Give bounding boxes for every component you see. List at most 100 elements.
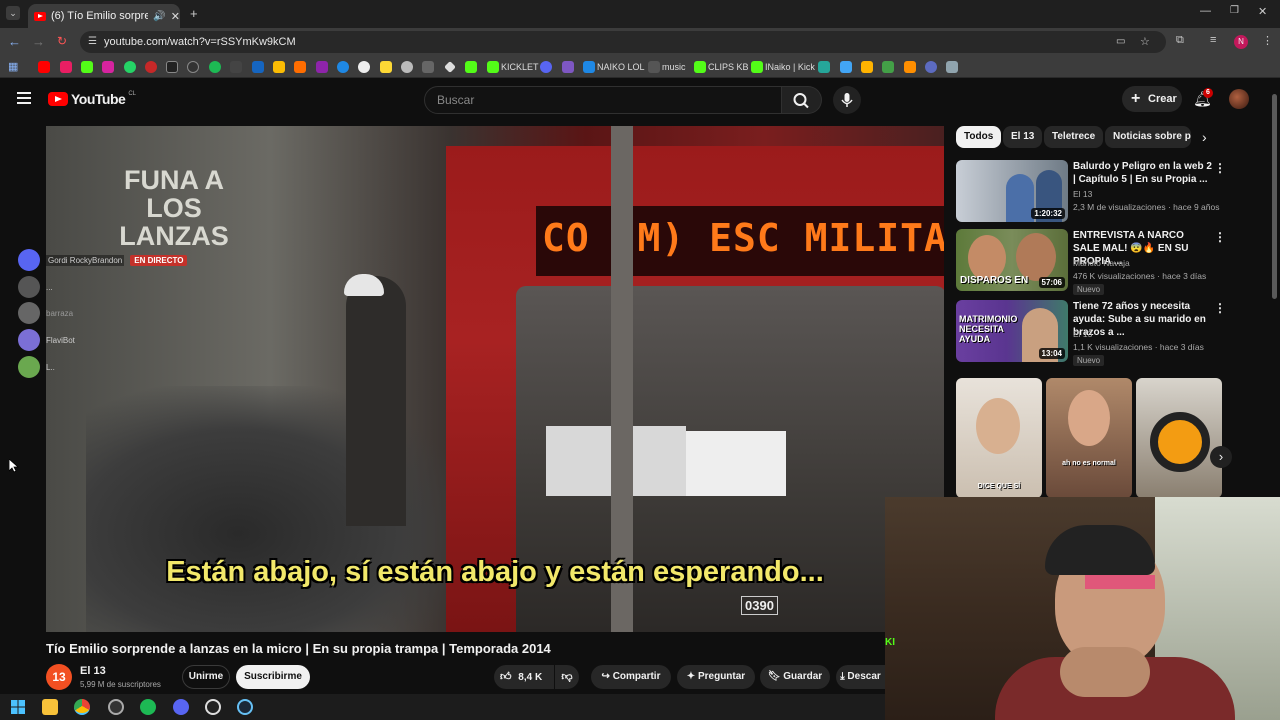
create-button[interactable]: + Crear [1122, 86, 1182, 112]
short-thumbnail[interactable]: ah no es normal [1046, 378, 1132, 498]
bookmark-chart-icon[interactable] [840, 61, 852, 73]
recommendation-channel[interactable]: El 13 [1073, 188, 1233, 200]
bookmark-kicklet-label[interactable]: KICKLET [501, 61, 539, 73]
ask-button[interactable]: ✦ Preguntar [677, 665, 755, 689]
bookmark-naiko-kick-label[interactable]: INaiko | Kick [765, 61, 815, 73]
bookmark-kick-icon[interactable] [81, 61, 93, 73]
hamburger-menu-icon[interactable] [17, 92, 31, 104]
page-scrollbar[interactable] [1272, 94, 1277, 299]
more-options-icon[interactable]: ⋮ [1214, 161, 1226, 175]
bookmark-naiko-kick-icon[interactable] [751, 61, 763, 73]
forward-arrow-icon[interactable]: → [32, 34, 45, 49]
window-close-button[interactable]: ✕ [1258, 5, 1267, 18]
bookmark-red-icon[interactable] [145, 61, 157, 73]
bookmark-instagram-icon[interactable] [102, 61, 114, 73]
user-avatar[interactable] [1229, 89, 1249, 109]
channel-name[interactable]: El 13 [80, 665, 106, 677]
file-explorer-icon[interactable] [42, 699, 58, 715]
bookmark-green-icon[interactable] [465, 61, 477, 73]
extensions-icon[interactable]: ⧉ [1176, 34, 1184, 47]
shorts-next-button[interactable]: › [1210, 446, 1232, 468]
new-tab-button[interactable]: + [190, 6, 198, 21]
bookmark-threads-icon[interactable] [187, 61, 199, 73]
audio-playing-icon[interactable]: 🔊 [153, 11, 165, 22]
cast-icon[interactable]: ▭ [1116, 31, 1125, 53]
channel-avatar[interactable]: 13 [46, 664, 72, 690]
dislike-button[interactable]: 👎︎ [555, 665, 579, 689]
bookmark-youtube-icon[interactable] [38, 61, 50, 73]
window-restore-button[interactable]: ❐ [1230, 5, 1239, 16]
address-bar[interactable]: ☰ youtube.com/watch?v=rSSYmKw9kCM ▭ ☆ [80, 31, 1166, 53]
app-taskbar-icon[interactable] [205, 699, 221, 715]
recommendation-thumbnail[interactable]: 1:20:32 [956, 160, 1068, 222]
apps-grid-icon[interactable]: ▦ [8, 61, 20, 73]
windows-start-icon[interactable] [10, 699, 26, 715]
tab-search-icon[interactable]: ⌄ [6, 6, 20, 20]
chrome-taskbar-icon[interactable] [74, 699, 90, 715]
recommendation-title[interactable]: Balurdo y Peligro en la web 2 | Capítulo… [1073, 160, 1213, 186]
browser-tab-active[interactable]: (6) Tío Emilio sorprende a lanzas 🔊 ✕ [28, 4, 180, 28]
bookmark-diamond-icon[interactable] [444, 61, 456, 73]
youtube-logo[interactable]: YouTube CL [48, 91, 136, 107]
bookmark-clips-kb-label[interactable]: CLIPS KB [708, 61, 749, 73]
bookmark-discord-icon[interactable] [540, 61, 552, 73]
bookmark-teal-icon[interactable] [818, 61, 830, 73]
bookmark-orange-icon[interactable] [294, 61, 306, 73]
bookmark-swirl-icon[interactable] [925, 61, 937, 73]
subscribe-button[interactable]: Suscribirme [236, 665, 310, 689]
bookmark-search-icon[interactable] [337, 61, 349, 73]
bookmark-x-icon[interactable] [166, 61, 178, 73]
voice-search-button[interactable] [833, 86, 861, 114]
site-info-icon[interactable]: ☰ [88, 31, 97, 53]
bookmark-drive-icon[interactable] [273, 61, 285, 73]
chip-todos[interactable]: Todos [956, 126, 1002, 148]
recommendation-thumbnail[interactable]: DISPAROS EN 57:06 [956, 229, 1068, 291]
bookmark-green2-icon[interactable] [882, 61, 894, 73]
profile-avatar[interactable]: N [1234, 35, 1248, 49]
more-options-icon[interactable]: ⋮ [1214, 301, 1226, 315]
video-player[interactable]: CO (M) ESC MILITAR FUNA A LOS LANZAS Est… [46, 126, 944, 632]
bookmark-cat-icon[interactable] [401, 61, 413, 73]
steam-taskbar-icon[interactable] [237, 699, 253, 715]
bookmark-s-icon[interactable] [230, 61, 242, 73]
recommendation-thumbnail[interactable]: MATRIMONIO NECESITA AYUDA 13:04 [956, 300, 1068, 362]
recommendation-channel[interactable]: El 13 [1073, 328, 1233, 340]
more-options-icon[interactable]: ⋮ [1214, 230, 1226, 244]
bookmark-yellow-icon[interactable] [380, 61, 392, 73]
bookmark-gray-icon[interactable] [422, 61, 434, 73]
short-thumbnail[interactable]: DICE QUE SÍ [956, 378, 1042, 498]
bookmark-blue-icon[interactable] [252, 61, 264, 73]
search-input[interactable]: Buscar [424, 86, 782, 114]
join-button[interactable]: Unirme [182, 665, 230, 689]
chip-teletrece[interactable]: Teletrece [1044, 126, 1104, 148]
bookmark-purple-icon[interactable] [316, 61, 328, 73]
bookmark-whatsapp-icon[interactable] [124, 61, 136, 73]
spotify-taskbar-icon[interactable] [140, 699, 156, 715]
chip-el-13[interactable]: El 13 [1003, 126, 1043, 148]
bookmark-spotify-icon[interactable] [209, 61, 221, 73]
bookmark-kicklet-icon[interactable] [487, 61, 499, 73]
download-button[interactable]: ⤓ Descar [836, 665, 885, 689]
back-arrow-icon[interactable]: ← [8, 34, 21, 49]
search-button[interactable] [782, 86, 822, 114]
bookmark-clips-icon[interactable] [694, 61, 706, 73]
save-button[interactable]: 🔖︎ Guardar [760, 665, 830, 689]
chip-noticias[interactable]: Noticias sobre po [1105, 126, 1191, 148]
bookmark-shield-icon[interactable] [562, 61, 574, 73]
browser-menu-icon[interactable]: ⋮ [1262, 34, 1273, 47]
bookmark-chrome-icon[interactable] [358, 61, 370, 73]
share-button[interactable]: ↪ Compartir [591, 665, 671, 689]
bookmark-amber-icon[interactable] [861, 61, 873, 73]
bookmark-music-label[interactable]: music [662, 61, 686, 73]
bookmark-twitch-icon[interactable] [60, 61, 72, 73]
discord-taskbar-icon[interactable] [173, 699, 189, 715]
chips-next-icon[interactable]: › [1202, 129, 1207, 145]
obs-taskbar-icon[interactable] [108, 699, 124, 715]
bookmark-music-icon[interactable] [648, 61, 660, 73]
bookmark-naiko-icon[interactable] [583, 61, 595, 73]
short-thumbnail[interactable] [1136, 378, 1222, 498]
like-button[interactable]: 👍︎ 8,4 K [494, 665, 554, 689]
reload-icon[interactable]: ↻ [57, 34, 67, 48]
bookmark-last-icon[interactable] [946, 61, 958, 73]
bookmark-star-icon[interactable]: ☆ [1140, 31, 1150, 53]
